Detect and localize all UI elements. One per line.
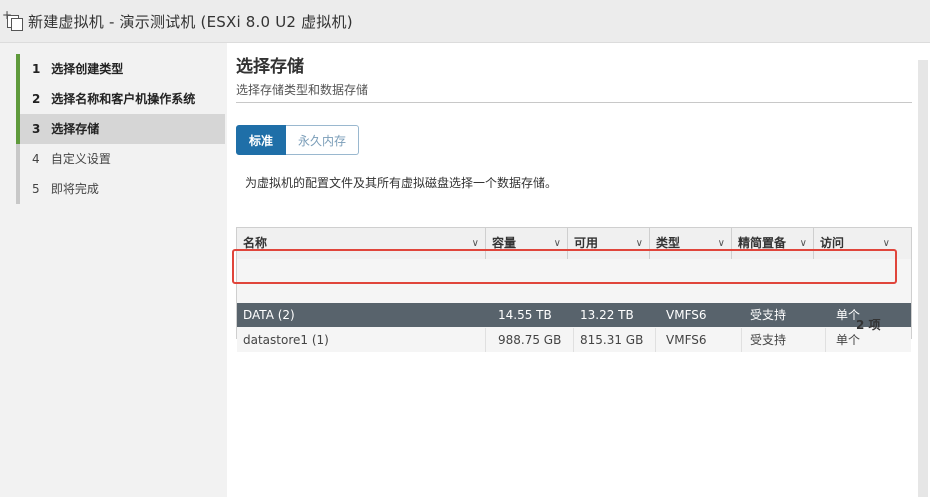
cell-capacity: 14.55 TB	[498, 308, 552, 322]
tab-standard[interactable]: 标准	[236, 125, 287, 155]
storage-type-tabs: 标准 永久内存	[236, 125, 360, 155]
table-header: 名称 ∨ 容量 ∨ 可用 ∨ 类型 ∨ 精简置备 ∨ 访问 ∨	[237, 228, 911, 259]
step-number: 4	[32, 152, 40, 166]
cell-thin: 受支持	[750, 308, 787, 322]
chevron-down-icon: ∨	[553, 238, 561, 249]
item-count: 2 项	[856, 318, 881, 332]
cell-free: 13.22 TB	[580, 308, 634, 322]
step-ready-to-complete: 5 即将完成	[16, 174, 225, 204]
step-label: 选择存储	[51, 122, 100, 136]
wizard-steps-sidebar: 1 选择创建类型 2 选择名称和客户机操作系统 3 选择存储 4 自定义设置 5…	[0, 43, 227, 497]
window-title: 新建虚拟机 - 演示测试机 (ESXi 8.0 U2 虚拟机)	[28, 12, 353, 31]
window-titlebar: + 新建虚拟机 - 演示测试机 (ESXi 8.0 U2 虚拟机)	[0, 0, 930, 43]
cell-name: datastore1 (1)	[237, 328, 486, 352]
step-select-storage[interactable]: 3 选择存储	[16, 114, 225, 144]
new-vm-icon: +	[2, 8, 23, 31]
cell-thin: 受支持	[744, 328, 826, 352]
step-number: 3	[32, 122, 41, 136]
step-label: 即将完成	[50, 182, 99, 196]
step-select-creation-type[interactable]: 1 选择创建类型	[16, 54, 225, 84]
column-header-name[interactable]: 名称 ∨	[237, 228, 486, 259]
table-row[interactable]: datastore1 (1) 988.75 GB 815.31 GB VMFS6…	[237, 328, 911, 352]
cell-name: DATA (2)	[243, 308, 295, 322]
step-customize-settings: 4 自定义设置	[16, 144, 225, 174]
main-panel: 选择存储 选择存储类型和数据存储 标准 永久内存 为虚拟机的配置文件及其所有虚拟…	[236, 43, 916, 497]
cell-free: 815.31 GB	[574, 328, 656, 352]
step-number: 1	[32, 62, 41, 76]
tab-persistent-memory[interactable]: 永久内存	[286, 125, 360, 155]
step-number: 5	[32, 182, 40, 196]
step-label: 自定义设置	[50, 152, 111, 166]
cell-capacity: 988.75 GB	[492, 328, 574, 352]
page-title: 选择存储	[236, 57, 304, 77]
column-header-free[interactable]: 可用 ∨	[568, 228, 650, 259]
step-label: 选择名称和客户机操作系统	[51, 92, 196, 106]
cell-type: VMFS6	[660, 328, 742, 352]
chevron-down-icon: ∨	[717, 238, 725, 249]
scrollbar-thumb[interactable]	[918, 60, 928, 497]
page-subtitle: 选择存储类型和数据存储	[236, 83, 369, 97]
column-header-capacity[interactable]: 容量 ∨	[486, 228, 568, 259]
chevron-down-icon: ∨	[882, 238, 890, 249]
storage-description: 为虚拟机的配置文件及其所有虚拟磁盘选择一个数据存储。	[245, 176, 558, 190]
chevron-down-icon: ∨	[471, 238, 479, 249]
step-select-name-os[interactable]: 2 选择名称和客户机操作系统	[16, 84, 225, 114]
column-header-access[interactable]: 访问 ∨	[814, 228, 896, 259]
datastore-table: 名称 ∨ 容量 ∨ 可用 ∨ 类型 ∨ 精简置备 ∨ 访问 ∨ DATA (2) 14.55…	[236, 227, 912, 352]
step-label: 选择创建类型	[51, 62, 124, 76]
chevron-down-icon: ∨	[799, 238, 807, 249]
vertical-scrollbar[interactable]	[918, 60, 928, 497]
table-row[interactable]: DATA (2) 14.55 TB 13.22 TB VMFS6 受支持 单个	[237, 303, 911, 327]
divider	[236, 102, 912, 103]
column-header-type[interactable]: 类型 ∨	[650, 228, 732, 259]
step-number: 2	[32, 92, 41, 106]
chevron-down-icon: ∨	[635, 238, 643, 249]
cell-type: VMFS6	[666, 308, 707, 322]
column-header-thin-provisioning[interactable]: 精简置备 ∨	[732, 228, 814, 259]
